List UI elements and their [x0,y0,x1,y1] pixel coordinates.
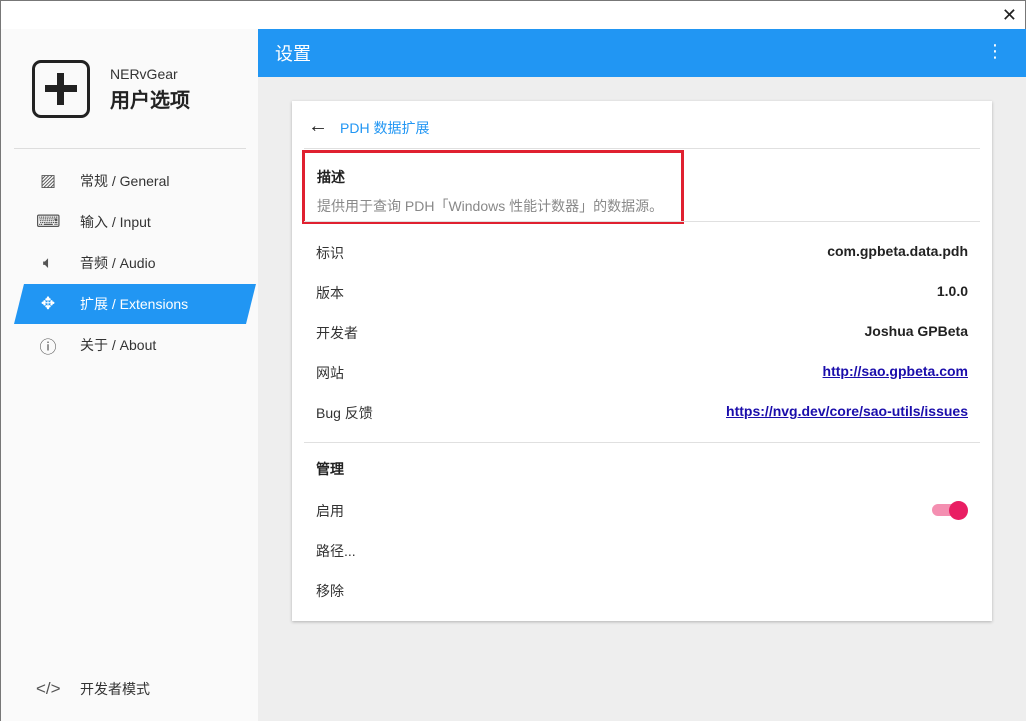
page-title: 设置 [275,44,311,64]
path-label: 路径... [316,543,356,559]
field-value: 1.0.0 [936,283,968,299]
field-website: 网站 http://sao.gpbeta.com [316,363,968,383]
card-title: PDH 数据扩展 [340,120,430,136]
extension-card: ← PDH 数据扩展 描述 提供用于查询 PDH「Windows 性能计数器」的… [292,101,992,621]
sidebar: NERvGear 用户选项 ▨ 常规 / General ⌨ 输入 / Input … [1,29,258,721]
description-heading: 描述 [317,169,345,185]
enable-label: 启用 [316,503,344,519]
field-label: 开发者 [316,325,358,341]
back-arrow-icon[interactable]: ← [308,115,328,138]
field-developer: 开发者 Joshua GPBeta [316,323,968,343]
sidebar-item-label: 音频 / Audio [80,255,156,271]
field-value: Joshua GPBeta [864,323,968,339]
sidebar-item-input[interactable]: ⌨ 输入 / Input [1,202,258,242]
divider [304,442,980,443]
main-panel: 设置 ⋮ ← PDH 数据扩展 描述 提供用于查询 PDH「Windows 性能… [258,29,1026,721]
remove-label: 移除 [316,583,344,599]
header-bar: 设置 [258,29,1026,77]
keyboard-icon: ⌨ [36,212,61,231]
field-version: 版本 1.0.0 [316,283,968,303]
field-bug-report: Bug 反馈 https://nvg.dev/core/sao-utils/iss… [316,403,968,423]
website-link[interactable]: http://sao.gpbeta.com [823,363,968,383]
code-icon: </> [36,679,61,698]
close-icon[interactable]: ✕ [1002,5,1017,26]
sidebar-title: 用户选项 [110,90,190,112]
field-label: Bug 反馈 [316,405,373,421]
field-label: 标识 [316,245,344,261]
enable-row: 启用 [316,501,968,521]
description-section: 描述 提供用于查询 PDH「Windows 性能计数器」的数据源。 [302,150,684,224]
field-id: 标识 com.gpbeta.data.pdh [316,243,968,263]
brand-name: NERvGear [110,66,178,82]
sidebar-item-label: 扩展 / Extensions [80,296,189,312]
app-logo-icon [32,60,90,118]
remove-button[interactable]: 移除 [316,581,968,601]
sidebar-item-label: 关于 / About [80,337,157,353]
path-button[interactable]: 路径... [316,541,968,561]
speaker-icon: 🔈︎ [42,253,54,272]
sidebar-item-extensions[interactable]: ✥ 扩展 / Extensions [1,284,258,324]
sidebar-item-about[interactable]: ⓘ 关于 / About [1,325,258,365]
sidebar-item-audio[interactable]: 🔈︎ 音频 / Audio [1,243,258,283]
field-label: 网站 [316,365,344,381]
info-icon: ⓘ [39,337,57,357]
field-label: 版本 [316,285,344,301]
bug-report-link[interactable]: https://nvg.dev/core/sao-utils/issues [726,403,968,423]
field-value: com.gpbeta.data.pdh [827,243,968,259]
developer-mode-button[interactable]: </> 开发者模式 [1,669,258,709]
description-text: 提供用于查询 PDH「Windows 性能计数器」的数据源。 [317,198,664,214]
puzzle-icon: ✥ [40,294,56,313]
sidebar-item-general[interactable]: ▨ 常规 / General [1,161,258,201]
sidebar-item-label: 常规 / General [80,173,170,189]
divider [304,221,980,222]
enable-toggle[interactable] [932,501,968,520]
sidebar-item-label: 输入 / Input [80,214,151,230]
more-vert-icon[interactable]: ⋮ [986,41,1004,62]
divider [304,148,980,149]
image-icon: ▨ [39,171,57,190]
developer-mode-label: 开发者模式 [80,681,150,697]
manage-heading: 管理 [316,461,344,477]
divider [14,148,246,149]
